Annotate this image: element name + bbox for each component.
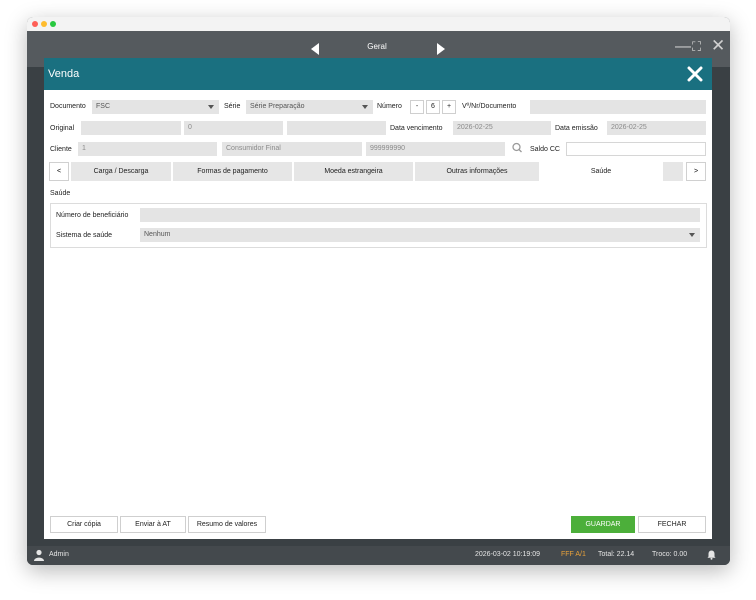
criar-copia-button[interactable]: Criar cópia bbox=[50, 516, 118, 533]
next-arrow-icon[interactable] bbox=[437, 43, 445, 55]
documento-label: Documento bbox=[50, 103, 86, 110]
previous-arrow-icon[interactable] bbox=[311, 43, 319, 55]
cliente-code-input[interactable]: 1 bbox=[78, 142, 217, 156]
numero-decrement-button[interactable]: - bbox=[410, 100, 424, 114]
cliente-nif-input[interactable]: 999999990 bbox=[366, 142, 505, 156]
tab-bar: < Carga / Descarga Formas de pagamento M… bbox=[49, 162, 707, 181]
serie-label: Série bbox=[224, 103, 241, 110]
tab-prev-button[interactable]: < bbox=[49, 162, 69, 181]
status-total: Total: 22.14 bbox=[598, 551, 635, 558]
close-icon[interactable] bbox=[687, 66, 703, 82]
documento-value: FSC bbox=[96, 103, 110, 110]
numero-beneficiario-input[interactable] bbox=[140, 208, 700, 222]
topbar-title: Geral bbox=[367, 42, 387, 51]
window-titlebar bbox=[27, 17, 730, 31]
serie-value: Série Preparação bbox=[250, 103, 305, 110]
numero-label: Número bbox=[377, 103, 402, 110]
sale-dialog: Venda Documento FSC Série Série Preparaç… bbox=[44, 58, 712, 539]
close-icon[interactable]: ✕ bbox=[711, 37, 725, 54]
status-datetime: 2026-03-02 10:19:09 bbox=[475, 551, 540, 558]
status-change: Troco: 0.00 bbox=[652, 551, 688, 558]
vnr-documento-input[interactable] bbox=[530, 100, 706, 114]
user-name: Admin bbox=[49, 551, 69, 558]
sistema-saude-label: Sistema de saúde bbox=[56, 232, 113, 239]
data-emissao-input[interactable]: 2026-02-25 bbox=[607, 121, 706, 135]
minimize-icon[interactable]: — bbox=[675, 39, 691, 55]
zoom-window-button[interactable] bbox=[50, 21, 56, 27]
fullscreen-icon[interactable]: ⛶ bbox=[692, 40, 701, 53]
data-emissao-label: Data emissão bbox=[555, 125, 598, 132]
section-title: Saúde bbox=[50, 190, 71, 197]
sistema-saude-value: Nenhum bbox=[144, 231, 171, 238]
tab-moeda-estrangeira[interactable]: Moeda estrangeira bbox=[294, 162, 413, 181]
tab-outras-informacoes[interactable]: Outras informações bbox=[415, 162, 539, 181]
status-document: FFF A/1 bbox=[561, 551, 586, 558]
serie-select[interactable]: Série Preparação bbox=[246, 100, 373, 114]
tab-carga-descarga[interactable]: Carga / Descarga bbox=[71, 162, 171, 181]
vnr-documento-label: Vº/Nr/Documento bbox=[462, 103, 517, 110]
chevron-down-icon bbox=[362, 105, 368, 109]
guardar-button[interactable]: GUARDAR bbox=[571, 516, 635, 533]
enviar-at-button[interactable]: Enviar à AT bbox=[120, 516, 186, 533]
chevron-down-icon bbox=[208, 105, 214, 109]
documento-select[interactable]: FSC bbox=[92, 100, 219, 114]
original-label: Original bbox=[50, 125, 75, 132]
numero-beneficiario-label: Número de beneficiário bbox=[56, 212, 129, 219]
close-window-button[interactable] bbox=[32, 21, 38, 27]
cliente-name-input[interactable]: Consumidor Final bbox=[222, 142, 362, 156]
chevron-down-icon bbox=[689, 233, 695, 237]
original-input[interactable] bbox=[81, 121, 181, 135]
numero-increment-button[interactable]: + bbox=[442, 100, 456, 114]
tab-overflow bbox=[663, 162, 683, 181]
dialog-title: Venda bbox=[48, 68, 80, 80]
original-extra-input[interactable] bbox=[287, 121, 386, 135]
saldo-cc-input[interactable] bbox=[566, 142, 706, 156]
saldo-cc-label: Saldo CC bbox=[530, 146, 560, 153]
resumo-valores-button[interactable]: Resumo de valores bbox=[188, 516, 266, 533]
dialog-header: Venda bbox=[44, 58, 712, 90]
user-icon bbox=[34, 549, 44, 561]
tab-next-button[interactable]: > bbox=[686, 162, 706, 181]
bell-icon[interactable] bbox=[707, 550, 716, 560]
cliente-label: Cliente bbox=[50, 146, 72, 153]
tab-formas-pagamento[interactable]: Formas de pagamento bbox=[173, 162, 292, 181]
data-vencimento-input[interactable]: 2026-02-25 bbox=[453, 121, 551, 135]
fechar-button[interactable]: FECHAR bbox=[638, 516, 706, 533]
data-vencimento-label: Data vencimento bbox=[390, 125, 443, 132]
numero-input[interactable]: 6 bbox=[426, 100, 440, 114]
search-icon[interactable] bbox=[511, 141, 523, 155]
tab-saude[interactable]: Saúde bbox=[541, 162, 661, 181]
minimize-window-button[interactable] bbox=[41, 21, 47, 27]
sistema-saude-select[interactable]: Nenhum bbox=[140, 228, 700, 242]
status-bar: Admin 2026-03-02 10:19:09 FFF A/1 Total:… bbox=[27, 546, 730, 565]
original-number-input[interactable]: 0 bbox=[184, 121, 283, 135]
